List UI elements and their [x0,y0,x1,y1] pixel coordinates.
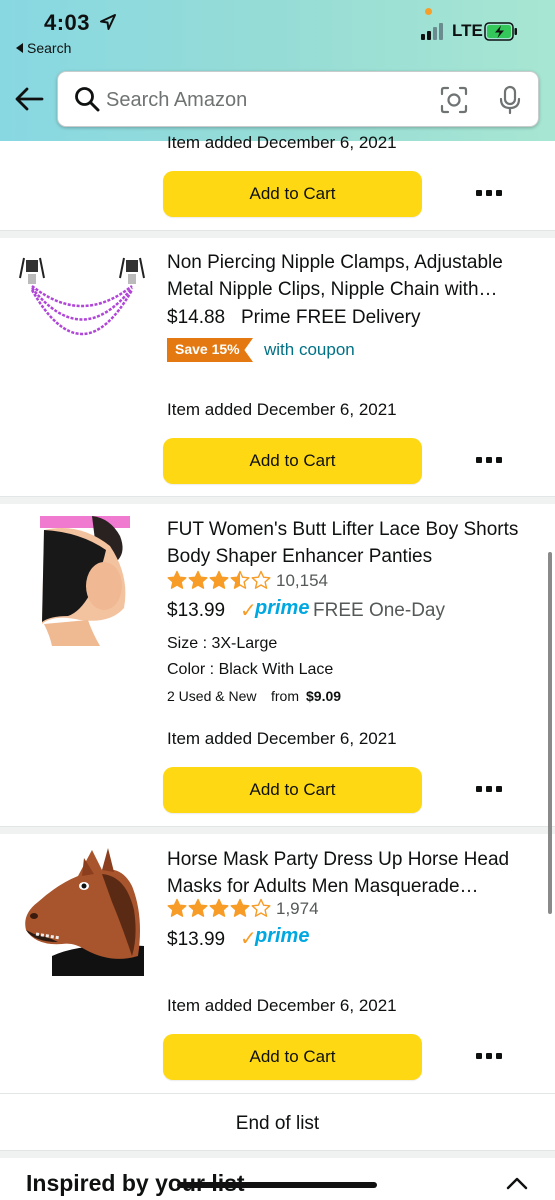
star-icon [167,898,187,917]
color-info: Color : Black With Lace [167,661,334,678]
microphone-icon[interactable] [498,85,522,115]
product-price: $14.88 [167,307,226,328]
star-icon [230,570,250,589]
rating-count[interactable]: 10,154 [276,571,328,591]
add-to-cart-button[interactable]: Add to Cart [163,1034,422,1080]
status-back-to-search[interactable]: Search [16,40,71,56]
search-bar[interactable] [57,71,539,127]
back-triangle-icon [16,43,23,53]
add-to-cart-button[interactable]: Add to Cart [163,438,422,484]
product-price: $13.99 [167,929,226,950]
search-input[interactable] [106,84,426,116]
used-from-price: $9.09 [306,688,342,704]
used-from-label: from [271,688,299,704]
more-options-icon[interactable] [476,786,502,794]
star-icon [230,898,250,917]
product-title-line: FUT Women's Butt Lifter Lace Boy Shorts [167,519,519,540]
end-of-list-label: End of list [235,1113,320,1134]
divider [0,496,555,504]
shipping-info: FREE One-Day [313,600,445,621]
add-to-cart-button[interactable]: Add to Cart [163,767,422,813]
item-added-date: Item added December 6, 2021 [167,133,397,152]
prime-badge: prime [255,925,310,947]
product-title-line: Horse Mask Party Dress Up Horse Head [167,849,510,870]
star-icon [251,898,271,917]
location-arrow-icon [100,14,116,30]
item-added-date: Item added December 6, 2021 [167,729,397,748]
star-icon [188,570,208,589]
add-to-cart-button[interactable]: Add to Cart [163,171,422,217]
scrollbar[interactable] [548,552,552,914]
signal-icon [421,22,447,40]
product-image-horse-mask[interactable] [22,846,144,976]
product-title[interactable]: Horse Mask Party Dress Up Horse Head Mas… [167,846,527,900]
item-added-date: Item added December 6, 2021 [167,996,397,1015]
divider [0,230,555,238]
camera-scan-icon[interactable] [440,86,468,114]
status-time: 4:03 [44,10,91,35]
more-options-icon[interactable] [476,1053,502,1061]
coupon-link[interactable]: with coupon [264,340,355,360]
star-icon [167,570,187,589]
divider [0,1150,555,1158]
product-title[interactable]: FUT Women's Butt Lifter Lace Boy Shorts … [167,516,527,570]
chevron-up-icon[interactable] [506,1176,528,1190]
status-back-label: Search [27,40,72,56]
battery-charging-icon [484,22,517,41]
item-added-date: Item added December 6, 2021 [167,400,397,419]
used-new-link[interactable]: 2 Used & New [167,688,256,704]
product-title-line: Metal Nipple Clips, Nipple Chain with… [167,279,498,300]
divider [0,1093,555,1094]
more-options-icon[interactable] [476,457,502,465]
app-header: 4:03 Search LTE [0,0,555,141]
product-title-line: Masks for Adults Men Masquerade… [167,876,479,897]
network-type: LTE [452,21,483,40]
home-indicator[interactable] [177,1182,377,1188]
product-title[interactable]: Non Piercing Nipple Clamps, Adjustable M… [167,249,527,303]
prime-badge: prime [255,597,310,619]
more-options-icon[interactable] [476,190,502,198]
divider [0,826,555,834]
search-icon [75,87,100,112]
rating-count[interactable]: 1,974 [276,899,319,919]
back-arrow-icon[interactable] [14,86,44,112]
size-info: Size : 3X-Large [167,635,278,652]
star-icon [251,570,271,589]
delivery-info: Prime FREE Delivery [241,307,421,328]
coupon-badge: Save 15% [167,338,253,362]
star-icon [209,570,229,589]
star-icon [209,898,229,917]
privacy-indicator-dot [425,8,432,15]
star-rating[interactable] [167,898,277,920]
star-icon [188,898,208,917]
product-image-boy-shorts[interactable] [40,516,130,646]
product-price: $13.99 [167,600,226,621]
product-title-line: Non Piercing Nipple Clamps, Adjustable [167,252,503,273]
star-rating[interactable] [167,570,277,592]
product-title-line: Body Shaper Enhancer Panties [167,546,433,567]
product-image-nipple-clamps[interactable] [16,256,148,372]
